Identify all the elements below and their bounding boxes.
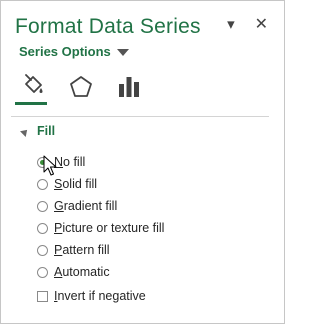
- radio-picture-texture-fill[interactable]: [37, 222, 48, 234]
- option-picture-texture-fill-mnemonic: P: [54, 221, 63, 235]
- active-tab-indicator: [15, 102, 47, 105]
- series-options-dropdown[interactable]: Series Options: [19, 44, 129, 59]
- option-picture-texture-fill[interactable]: Picture or texture fill: [37, 217, 164, 239]
- option-gradient-fill-label: radient fill: [63, 199, 118, 213]
- close-button[interactable]: ✕: [255, 15, 268, 35]
- option-automatic[interactable]: Automatic: [37, 261, 164, 283]
- format-data-series-pane: Format Data Series ▾ ✕ Series Options Fi…: [0, 0, 285, 324]
- fill-section-title: Fill: [37, 124, 56, 138]
- tab-icons: [19, 73, 143, 101]
- invert-if-negative-label: nvert if negative: [57, 289, 146, 303]
- collapse-triangle-icon: [20, 126, 30, 137]
- option-solid-fill-label: olid fill: [62, 177, 98, 191]
- radio-solid-fill[interactable]: [37, 178, 48, 190]
- divider: [11, 116, 269, 117]
- series-options-label: Series Options: [19, 44, 111, 59]
- option-solid-fill-mnemonic: S: [54, 177, 63, 191]
- pane-title: Format Data Series: [15, 15, 201, 38]
- bar-chart-icon: [119, 77, 139, 97]
- option-gradient-fill[interactable]: Gradient fill: [37, 195, 164, 217]
- chevron-down-icon: [116, 49, 129, 56]
- pentagon-icon: [70, 76, 92, 97]
- fill-section-header[interactable]: Fill: [20, 124, 56, 138]
- paint-bucket-icon: [25, 74, 43, 93]
- title-controls: ▾ ✕: [227, 15, 268, 35]
- invert-if-negative-checkbox[interactable]: [37, 290, 48, 302]
- effects-tab[interactable]: [67, 73, 95, 101]
- option-pattern-fill-label: attern fill: [62, 243, 110, 257]
- mouse-cursor-icon: [43, 155, 57, 176]
- invert-if-negative[interactable]: Invert if negative: [37, 285, 146, 307]
- fill-line-tab[interactable]: [19, 73, 47, 101]
- series-options-tab[interactable]: [115, 73, 143, 101]
- option-automatic-mnemonic: A: [54, 265, 63, 279]
- option-picture-texture-fill-label: icture or texture fill: [62, 221, 165, 235]
- option-pattern-fill-mnemonic: P: [54, 243, 63, 257]
- radio-automatic[interactable]: [37, 266, 48, 278]
- radio-gradient-fill[interactable]: [37, 200, 48, 212]
- option-pattern-fill[interactable]: Pattern fill: [37, 239, 164, 261]
- option-gradient-fill-mnemonic: G: [54, 199, 64, 213]
- option-automatic-label: utomatic: [62, 265, 110, 279]
- task-pane-options-button[interactable]: ▾: [227, 15, 235, 35]
- radio-pattern-fill[interactable]: [37, 244, 48, 256]
- option-no-fill-label: o fill: [63, 155, 86, 169]
